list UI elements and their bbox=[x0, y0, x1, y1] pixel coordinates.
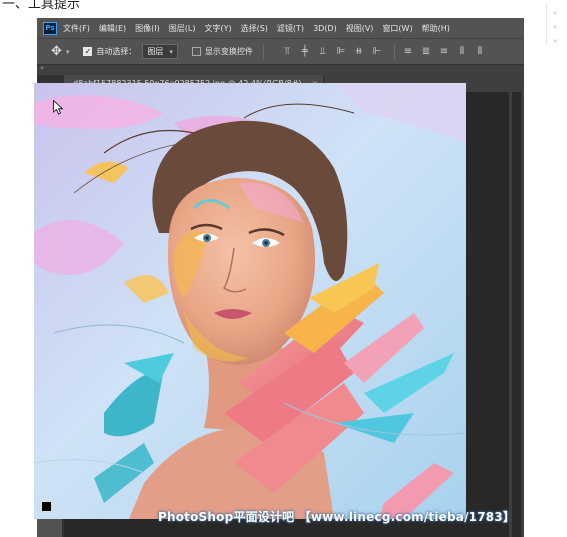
auto-select-target-value: 图层 bbox=[147, 47, 164, 56]
options-bar: ✥ ▾ ✓ 自动选择： 图层 ▾ 显示变换控件 ⫪ ╪ ⫫ ⊫ ⧺ ⊩ ≡ ≣ … bbox=[37, 38, 524, 64]
menu-filter[interactable]: 滤镜(T) bbox=[277, 23, 304, 34]
menu-type[interactable]: 文字(Y) bbox=[204, 23, 231, 34]
menu-image[interactable]: 图像(I) bbox=[135, 23, 160, 34]
menu-help[interactable]: 帮助(H) bbox=[422, 23, 450, 34]
align-left-icon[interactable]: ⊫ bbox=[334, 45, 348, 59]
side-tab[interactable]: » bbox=[553, 8, 567, 18]
side-tab[interactable]: » bbox=[553, 22, 567, 32]
distribute-hcenter-icon[interactable]: ⦀ bbox=[473, 45, 487, 59]
menu-bar: Ps 文件(F) 编辑(E) 图像(I) 图层(L) 文字(Y) 选择(S) 滤… bbox=[37, 18, 524, 38]
align-hcenter-icon[interactable]: ⧺ bbox=[352, 45, 366, 59]
foreground-color-swatch[interactable] bbox=[41, 501, 52, 512]
move-icon[interactable]: ✥ bbox=[51, 44, 62, 59]
show-transform-checkbox[interactable]: 显示变换控件 bbox=[191, 46, 253, 57]
align-bottom-icon[interactable]: ⫫ bbox=[316, 45, 330, 59]
distribute-left-icon[interactable]: ⦀ bbox=[455, 45, 469, 59]
portrait-artwork bbox=[34, 83, 466, 519]
menu-window[interactable]: 窗口(W) bbox=[382, 23, 412, 34]
align-top-icon[interactable]: ⫪ bbox=[280, 45, 294, 59]
menu-select[interactable]: 选择(S) bbox=[241, 23, 268, 34]
distribute-bottom-icon[interactable]: ≡ bbox=[437, 45, 451, 59]
menu-layer[interactable]: 图层(L) bbox=[169, 23, 196, 34]
side-tab[interactable]: » bbox=[553, 36, 567, 46]
menu-edit[interactable]: 编辑(E) bbox=[99, 23, 126, 34]
align-right-icon[interactable]: ⊩ bbox=[370, 45, 384, 59]
auto-select-checkbox[interactable]: ✓ 自动选择： bbox=[83, 46, 136, 57]
menu-view[interactable]: 视图(V) bbox=[346, 23, 374, 34]
menu-3d[interactable]: 3D(D) bbox=[313, 24, 337, 33]
auto-select-target-select[interactable]: 图层 ▾ bbox=[142, 44, 178, 59]
show-transform-label: 显示变换控件 bbox=[204, 47, 253, 56]
chevron-down-icon[interactable]: ▾ bbox=[66, 48, 70, 56]
menu-file[interactable]: 文件(F) bbox=[63, 23, 90, 34]
mouse-cursor-icon bbox=[53, 99, 64, 119]
auto-select-label: 自动选择： bbox=[96, 47, 137, 56]
panel-strip: » bbox=[37, 64, 524, 75]
scrollbar-thumb[interactable] bbox=[512, 92, 521, 537]
distribute-vcenter-icon[interactable]: ≣ bbox=[419, 45, 433, 59]
checkbox-checked-icon[interactable]: ✓ bbox=[83, 47, 93, 56]
page-heading: 一、工具提示 bbox=[2, 0, 81, 12]
watermark-text: PhotoShop平面设计吧 【www.linecg.com/tieba/178… bbox=[158, 510, 516, 524]
divider bbox=[393, 43, 395, 60]
distribute-buttons: ≡ ≣ ≡ ⦀ ⦀ bbox=[401, 45, 491, 59]
collapse-panel-icon[interactable]: » bbox=[40, 64, 44, 72]
align-buttons: ⫪ ╪ ⫫ ⊫ ⧺ ⊩ bbox=[280, 45, 388, 59]
align-vcenter-icon[interactable]: ╪ bbox=[298, 45, 312, 59]
distribute-top-icon[interactable]: ≡ bbox=[401, 45, 415, 59]
checkbox-icon[interactable] bbox=[191, 47, 201, 56]
divider bbox=[262, 43, 264, 60]
vertical-scrollbar[interactable] bbox=[509, 92, 524, 537]
canvas-image bbox=[34, 83, 466, 519]
chevron-down-icon: ▾ bbox=[169, 47, 173, 56]
side-tabs[interactable]: » » » bbox=[546, 4, 567, 46]
photoshop-logo: Ps bbox=[43, 21, 57, 35]
